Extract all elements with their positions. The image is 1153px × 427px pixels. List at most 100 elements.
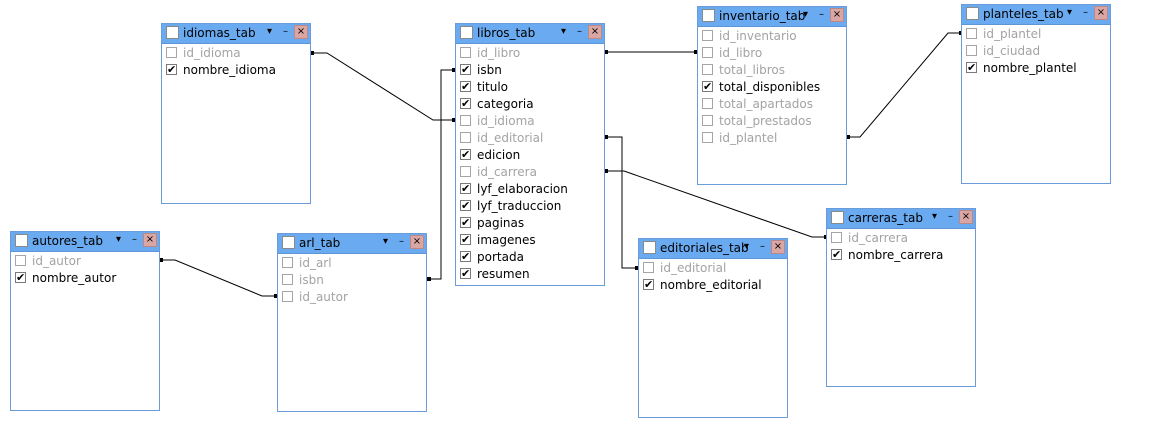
table-header[interactable]: carreras_tab ▾ – × [827, 209, 975, 229]
field-checkbox-checked[interactable]: ✔ [460, 217, 471, 228]
field-row[interactable]: id_autor [11, 253, 159, 270]
minimize-icon[interactable]: – [395, 235, 408, 249]
field-row[interactable]: ✔ categoria [456, 96, 604, 113]
dropdown-arrow-icon[interactable]: ▾ [379, 235, 392, 249]
table-inventario[interactable]: inventario_tab ▾ – × id_inventario id_libro to… [697, 6, 847, 185]
table-header[interactable]: planteles_tab ▾ – × [962, 5, 1110, 25]
field-row[interactable]: isbn [278, 272, 426, 289]
dropdown-arrow-icon[interactable]: ▾ [112, 233, 125, 247]
field-checkbox-checked[interactable]: ✔ [643, 279, 654, 290]
table-header[interactable]: editoriales_tab ▾ – × [639, 239, 787, 259]
field-checkbox-checked[interactable]: ✔ [460, 149, 471, 160]
field-checkbox-checked[interactable]: ✔ [831, 249, 842, 260]
field-row[interactable]: id_plantel [962, 26, 1110, 43]
minimize-icon[interactable]: – [128, 233, 141, 247]
close-icon[interactable]: × [588, 25, 602, 39]
field-row[interactable]: id_libro [456, 45, 604, 62]
table-autores[interactable]: autores_tab ▾ – × id_autor ✔ nombre_autor [10, 231, 160, 411]
table-header[interactable]: arl_tab ▾ – × [278, 234, 426, 254]
field-row[interactable]: ✔ edicion [456, 147, 604, 164]
dropdown-arrow-icon[interactable]: ▾ [557, 25, 570, 39]
table-carreras[interactable]: carreras_tab ▾ – × id_carrera ✔ nombre_carrera [826, 208, 976, 387]
field-checkbox-checked[interactable]: ✔ [166, 64, 177, 75]
field-checkbox-checked[interactable]: ✔ [460, 64, 471, 75]
field-checkbox-unchecked[interactable] [460, 166, 471, 177]
field-checkbox-unchecked[interactable] [702, 64, 713, 75]
select-all-checkbox[interactable] [831, 211, 844, 224]
minimize-icon[interactable]: – [279, 25, 292, 39]
field-checkbox-unchecked[interactable] [966, 28, 977, 39]
select-all-checkbox[interactable] [460, 26, 473, 39]
table-arl[interactable]: arl_tab ▾ – × id_arl isbn id_autor [277, 233, 427, 412]
field-row[interactable]: ✔ titulo [456, 79, 604, 96]
field-row[interactable]: ✔ lyf_traduccion [456, 198, 604, 215]
field-checkbox-unchecked[interactable] [643, 262, 654, 273]
field-row[interactable]: id_libro [698, 45, 846, 62]
minimize-icon[interactable]: – [944, 210, 957, 224]
field-row[interactable]: id_plantel [698, 130, 846, 147]
field-checkbox-unchecked[interactable] [702, 115, 713, 126]
field-row[interactable]: id_inventario [698, 28, 846, 45]
field-row[interactable]: id_carrera [456, 164, 604, 181]
field-checkbox-unchecked[interactable] [702, 132, 713, 143]
field-row[interactable]: id_editorial [456, 130, 604, 147]
field-row[interactable]: total_apartados [698, 96, 846, 113]
field-checkbox-checked[interactable]: ✔ [460, 98, 471, 109]
field-row[interactable]: ✔ nombre_autor [11, 270, 159, 287]
close-icon[interactable]: × [294, 25, 308, 39]
field-row[interactable]: ✔ nombre_editorial [639, 277, 787, 294]
field-checkbox-checked[interactable]: ✔ [15, 272, 26, 283]
table-header[interactable]: libros_tab ▾ – × [456, 24, 604, 44]
field-row[interactable]: id_idioma [162, 45, 310, 62]
field-checkbox-checked[interactable]: ✔ [460, 268, 471, 279]
minimize-icon[interactable]: – [573, 25, 586, 39]
field-row[interactable]: ✔ imagenes [456, 232, 604, 249]
table-header[interactable]: inventario_tab ▾ – × [698, 7, 846, 27]
field-checkbox-checked[interactable]: ✔ [966, 62, 977, 73]
select-all-checkbox[interactable] [282, 236, 295, 249]
field-checkbox-checked[interactable]: ✔ [460, 183, 471, 194]
table-idiomas[interactable]: idiomas_tab ▾ – × id_idioma ✔ nombre_idioma [161, 23, 311, 204]
table-libros[interactable]: libros_tab ▾ – × id_libro ✔ isbn ✔ titulo ✔ catego… [455, 23, 605, 286]
close-icon[interactable]: × [1094, 6, 1108, 20]
close-icon[interactable]: × [143, 233, 157, 247]
field-row[interactable]: ✔ total_disponibles [698, 79, 846, 96]
minimize-icon[interactable]: – [756, 240, 769, 254]
close-icon[interactable]: × [771, 240, 785, 254]
field-checkbox-unchecked[interactable] [460, 132, 471, 143]
field-row[interactable]: id_idioma [456, 113, 604, 130]
field-row[interactable]: ✔ portada [456, 249, 604, 266]
select-all-checkbox[interactable] [966, 7, 979, 20]
minimize-icon[interactable]: – [1079, 6, 1092, 20]
field-row[interactable]: ✔ paginas [456, 215, 604, 232]
field-row[interactable]: ✔ lyf_elaboracion [456, 181, 604, 198]
field-checkbox-unchecked[interactable] [702, 47, 713, 58]
field-checkbox-unchecked[interactable] [460, 47, 471, 58]
field-checkbox-unchecked[interactable] [831, 232, 842, 243]
field-row[interactable]: ✔ nombre_plantel [962, 60, 1110, 77]
field-row[interactable]: id_autor [278, 289, 426, 306]
minimize-icon[interactable]: – [815, 8, 828, 22]
field-checkbox-unchecked[interactable] [282, 257, 293, 268]
field-row[interactable]: id_carrera [827, 230, 975, 247]
close-icon[interactable]: × [410, 235, 424, 249]
field-row[interactable]: total_libros [698, 62, 846, 79]
field-checkbox-unchecked[interactable] [166, 47, 177, 58]
field-checkbox-unchecked[interactable] [460, 115, 471, 126]
field-checkbox-checked[interactable]: ✔ [460, 81, 471, 92]
field-checkbox-checked[interactable]: ✔ [460, 234, 471, 245]
select-all-checkbox[interactable] [702, 9, 715, 22]
table-header[interactable]: autores_tab ▾ – × [11, 232, 159, 252]
field-row[interactable]: ✔ nombre_idioma [162, 62, 310, 79]
field-row[interactable]: id_editorial [639, 260, 787, 277]
field-row[interactable]: total_prestados [698, 113, 846, 130]
field-checkbox-unchecked[interactable] [702, 98, 713, 109]
field-checkbox-unchecked[interactable] [282, 274, 293, 285]
field-row[interactable]: ✔ resumen [456, 266, 604, 283]
dropdown-arrow-icon[interactable]: ▾ [263, 25, 276, 39]
field-checkbox-unchecked[interactable] [15, 255, 26, 266]
select-all-checkbox[interactable] [166, 26, 179, 39]
select-all-checkbox[interactable] [15, 234, 28, 247]
dropdown-arrow-icon[interactable]: ▾ [928, 210, 941, 224]
dropdown-arrow-icon[interactable]: ▾ [740, 240, 753, 254]
